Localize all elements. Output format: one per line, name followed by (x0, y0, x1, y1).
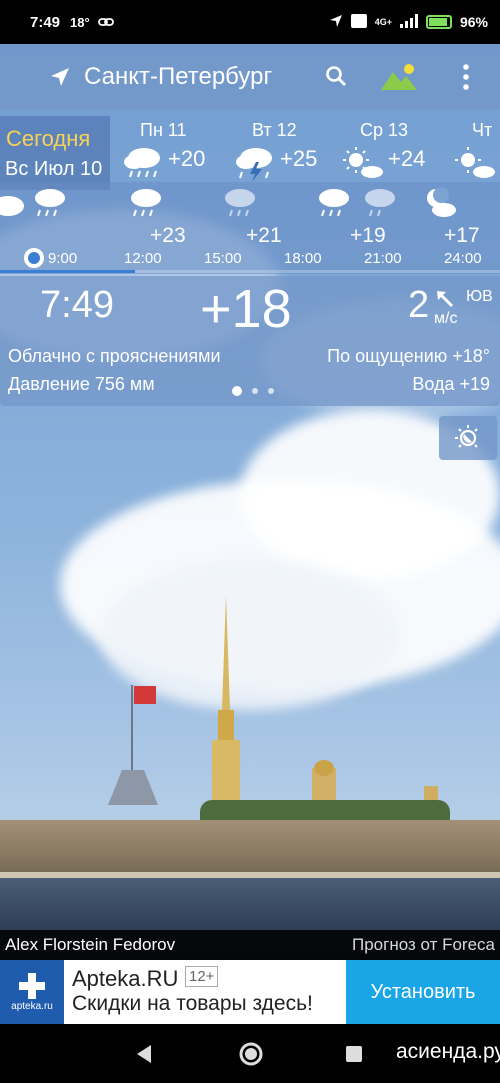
link-icon (97, 14, 114, 31)
condition-text: Облачно с прояснениями (8, 346, 221, 366)
hourly-time: 21:00 (364, 250, 402, 267)
navigation-icon (329, 14, 343, 31)
forecast-provider[interactable]: Прогноз от Foreca (352, 935, 495, 955)
wind-speed: 2 (408, 284, 430, 326)
signal-icon (399, 13, 418, 31)
day-name: Ср 13 (360, 120, 409, 140)
ad-logo[interactable]: apteka.ru (0, 960, 64, 1024)
hourly-time: 24:00 (444, 250, 482, 267)
home-icon[interactable] (238, 1041, 264, 1067)
light-rain-cloud-icon (225, 189, 255, 217)
wind-direction: ЮВ (466, 288, 493, 305)
status-time: 7:49 (30, 13, 61, 31)
current-conditions-panel[interactable]: 7:49 +18 2 ЮВ м/с Облачно с прояснениями… (0, 276, 500, 406)
ad-subtitle[interactable]: Скидки на товары здесь! (72, 992, 313, 1016)
wind-direction-arrow-icon (437, 291, 454, 308)
hourly-temp: +21 (246, 224, 282, 247)
light-rain-cloud-icon (365, 189, 395, 217)
sun-cloud-icon (455, 147, 495, 178)
photo-author[interactable]: Alex Florstein Fedorov (5, 935, 175, 955)
page-indicator (232, 386, 274, 396)
current-time: 7:49 (40, 284, 114, 326)
day-temp: +25 (280, 146, 318, 171)
pressure: Давление 756 мм (8, 374, 155, 394)
cathedral-spire-illustration (108, 595, 438, 816)
moon-cloud-icon (427, 187, 456, 217)
location-arrow-icon[interactable] (48, 65, 72, 89)
app-header: Санкт-Петербург (0, 44, 500, 110)
city-title[interactable]: Санкт-Петербург (84, 63, 272, 91)
rain-cloud-icon (35, 189, 65, 217)
credits-bar: Alex Florstein Fedorov Прогноз от Foreca (0, 930, 500, 960)
back-icon[interactable] (135, 1044, 153, 1064)
current-hour-marker (24, 248, 44, 268)
battery-percent: 96% (459, 14, 488, 30)
status-temp: 18° (70, 14, 90, 30)
hourly-time: 9:00 (48, 250, 78, 267)
day-item[interactable]: Ср 13 +24 (340, 118, 450, 184)
daily-forecast-strip[interactable]: Сегодня Вс Июл 10 Пн 11 +20 Вт 12 +25 Ср… (0, 110, 500, 190)
more-menu-icon[interactable] (460, 64, 472, 90)
day-temp: +24 (388, 146, 426, 171)
recent-apps-icon[interactable] (346, 1046, 362, 1062)
current-temp: +18 (200, 279, 292, 339)
wind-unit: м/с (434, 310, 458, 327)
hourly-forecast[interactable]: +23 +21 +19 +17 9:00 12:00 15:00 18:00 2… (0, 182, 500, 274)
hourly-temp: +17 (444, 224, 480, 247)
water-temp: Вода +19 (412, 374, 490, 394)
sun-cloud-icon (343, 147, 383, 178)
watermark: асиенда.ру (396, 1040, 500, 1063)
day-item[interactable]: Пн 11 +20 (120, 118, 230, 184)
feels-like: По ощущению +18° (327, 346, 490, 366)
day-today[interactable]: Сегодня Вс Июл 10 (0, 116, 110, 190)
page-dot (268, 388, 274, 394)
sun-moon-icon (455, 425, 478, 448)
day-name: Чт (472, 120, 493, 140)
status-bar: 7:49 18° 4G+ 96% (0, 0, 500, 44)
search-icon[interactable] (324, 64, 348, 88)
fortress-wall (0, 820, 500, 880)
today-date: Вс Июл 10 (5, 158, 103, 180)
sun-moon-button[interactable] (439, 416, 497, 460)
page-dot-active (232, 386, 242, 396)
hourly-temp: +23 (150, 224, 186, 247)
network-type: 4G+ (374, 17, 392, 27)
timeline-progress (0, 270, 135, 273)
ad-title[interactable]: Apteka.RU (72, 966, 178, 992)
hourly-time: 15:00 (204, 250, 242, 267)
rain-cloud-icon (124, 148, 160, 178)
battery-icon (425, 15, 452, 29)
hourly-temp: +19 (350, 224, 386, 247)
install-button[interactable]: Установить (346, 960, 500, 1024)
ad-logo-text: apteka.ru (11, 1000, 53, 1012)
volte-icon (350, 13, 367, 31)
today-label: Сегодня (6, 126, 91, 151)
hourly-time: 12:00 (124, 250, 162, 267)
day-temp: +20 (168, 146, 206, 171)
background-image-icon[interactable] (381, 62, 417, 92)
page-dot (252, 388, 258, 394)
hourly-timeline (0, 270, 500, 273)
hourly-time: 18:00 (284, 250, 322, 267)
day-name: Пн 11 (140, 120, 187, 140)
rain-cloud-icon (319, 189, 349, 217)
day-item[interactable]: Вт 12 +25 (232, 118, 342, 184)
system-nav-bar: асиенда.ру (0, 1024, 500, 1083)
ad-age-rating: 12+ (185, 966, 219, 987)
pharmacy-cross-icon (19, 972, 45, 999)
thunderstorm-icon (236, 148, 272, 182)
ad-banner[interactable]: apteka.ru Apteka.RU 12+ Скидки на товары… (0, 960, 500, 1024)
rain-cloud-icon (131, 189, 161, 217)
day-name: Вт 12 (252, 120, 297, 140)
day-item[interactable]: Чт (452, 118, 500, 184)
